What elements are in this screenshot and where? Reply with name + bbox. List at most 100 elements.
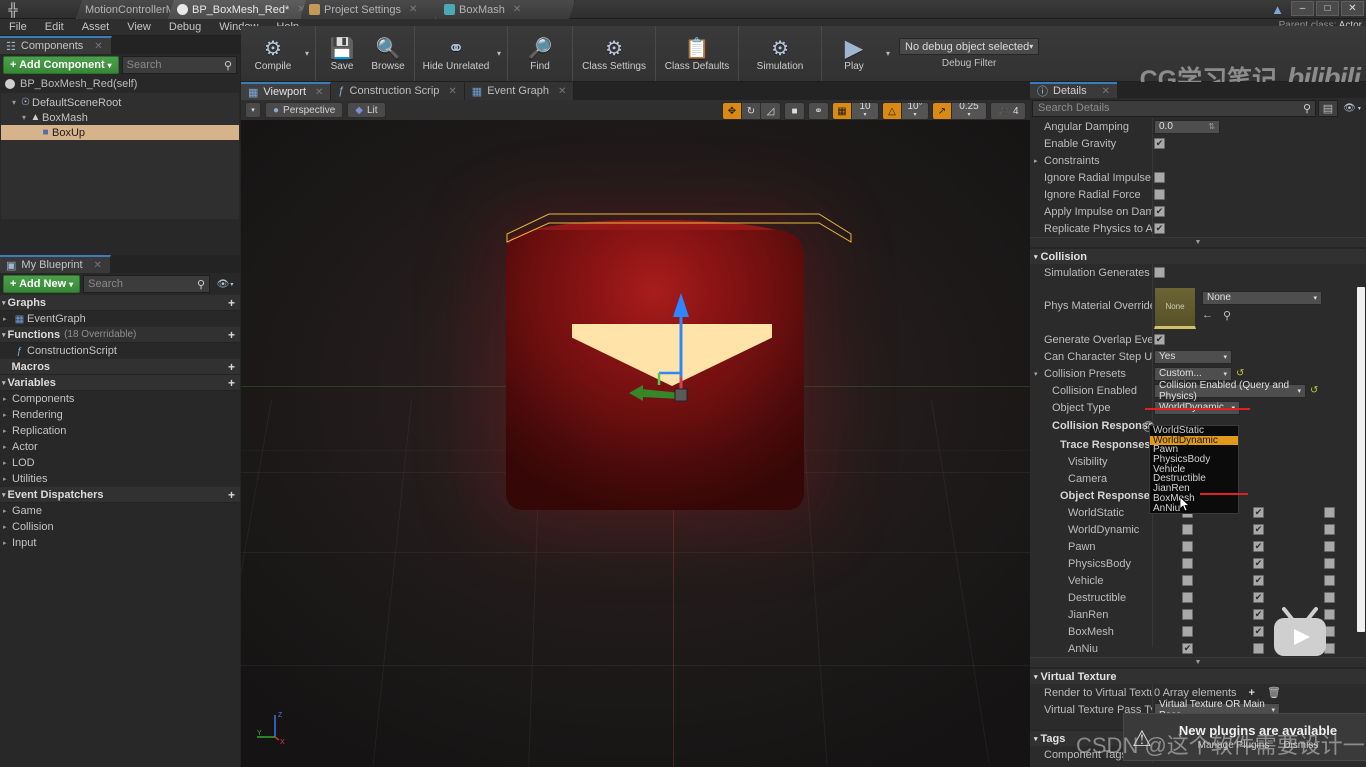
close-icon[interactable]: ✕ [315,87,323,98]
item-constructionscript[interactable]: ƒ ConstructionScript [0,343,240,359]
group-functions[interactable]: ▾ Functions (18 Overridable) + [0,327,240,343]
add-component-button[interactable]: + Add Component ▾ [3,56,119,74]
details-visibility-filter-button[interactable]: 👁 ▾ [1340,100,1364,117]
item-eventgraph[interactable]: ▸ ▦ EventGraph [0,311,240,327]
expand-arrow-icon[interactable]: ▸ [3,523,12,531]
details-column-view-button[interactable]: ▤ [1318,99,1338,117]
grid-snap-toggle[interactable]: ▦ [833,103,852,119]
generate-overlap-checkbox[interactable]: ✔ [1154,334,1165,345]
window-tab-project-settings[interactable]: Project Settings ✕ [300,0,445,19]
collapse-arrow-icon[interactable]: ▾ [2,331,6,339]
physics-section-expander[interactable]: ▼ [1030,237,1366,248]
collapse-arrow-icon[interactable]: ▾ [2,491,6,499]
tab-my-blueprint[interactable]: ▣ My Blueprint ✕ [0,255,111,273]
ignore-checkbox[interactable]: ✔ [1182,643,1193,654]
ignore-checkbox[interactable]: ✔ [1182,541,1193,552]
apply-impulse-checkbox[interactable]: ✔ [1154,206,1165,217]
details-scrollbar[interactable] [1357,287,1365,632]
browse-button[interactable]: 🔍 Browse [365,26,411,81]
delete-array-icon[interactable]: 🗑 [1267,686,1281,699]
tree-row-boxmash[interactable]: ▾ ▲ BoxMash [1,110,239,125]
item-rendering[interactable]: ▸ Rendering [0,407,240,423]
overlap-checkbox[interactable]: ✔ [1253,558,1264,569]
enable-gravity-checkbox[interactable]: ✔ [1154,138,1165,149]
expand-arrow-icon[interactable]: ▸ [3,539,12,547]
close-icon[interactable]: ✕ [94,260,102,271]
group-event-dispatchers[interactable]: ▾ Event Dispatchers + [0,487,240,503]
camera-speed-button[interactable]: 🎥 4 [991,103,1025,119]
myblueprint-search-input[interactable]: Search ⚲ [83,275,210,293]
close-icon[interactable]: ✕ [448,86,456,97]
hide-unrelated-dropdown-arrow[interactable]: ▾ [494,26,504,81]
compile-dropdown-arrow[interactable]: ▾ [302,26,312,81]
window-tab-boxmash[interactable]: BoxMash ✕ [435,0,575,19]
collision-presets-select[interactable]: Custom... ▾ [1154,366,1232,381]
block-checkbox[interactable]: ✔ [1324,524,1335,535]
debug-object-select[interactable]: No debug object selected ▾ [899,38,1040,55]
collapse-arrow-icon[interactable]: ▾ [2,299,6,307]
browse-asset-icon[interactable]: ⚲ [1223,309,1231,322]
overlap-checkbox[interactable]: ✔ [1253,626,1264,637]
hide-unrelated-button[interactable]: ⚭ Hide Unrelated [418,26,494,81]
add-icon[interactable]: + [228,328,235,342]
maximize-button[interactable]: □ [1316,1,1339,16]
item-collision[interactable]: ▸ Collision [0,519,240,535]
item-replication[interactable]: ▸ Replication [0,423,240,439]
viewport-options-button[interactable]: ▾ [245,102,261,118]
item-actor[interactable]: ▸ Actor [0,439,240,455]
overlap-checkbox[interactable]: ✔ [1253,643,1264,654]
angular-damping-input[interactable]: 0.0 ⇅ [1154,119,1220,134]
block-checkbox[interactable]: ✔ [1324,507,1335,518]
ignore-checkbox[interactable]: ✔ [1182,575,1193,586]
rotation-snap-value[interactable]: 10° ▾ [902,103,928,119]
collapse-arrow-icon[interactable]: ▾ [2,379,6,387]
grid-snap-value[interactable]: 10 ▾ [852,103,878,119]
collision-enabled-select[interactable]: Collision Enabled (Query and Physics) ▾ [1154,380,1306,402]
menu-asset[interactable]: Asset [73,19,119,36]
expand-arrow-icon[interactable]: ▾ [19,113,29,122]
menu-view[interactable]: View [118,19,160,36]
add-array-element-icon[interactable]: + [1249,687,1255,699]
item-lod[interactable]: ▸ LOD [0,455,240,471]
collapse-arrow-icon[interactable]: ▾ [1034,370,1038,378]
close-icon[interactable]: ✕ [94,41,102,52]
block-checkbox[interactable]: ✔ [1324,558,1335,569]
expand-arrow-icon[interactable]: ▸ [3,459,12,467]
can-step-up-select[interactable]: Yes ▾ [1154,349,1232,364]
overlap-checkbox[interactable]: ✔ [1253,524,1264,535]
view-mode-lit-button[interactable]: ◆ Lit [347,102,386,118]
ignore-checkbox[interactable]: ✔ [1182,524,1193,535]
tree-row-boxup[interactable]: ■ BoxUp [1,125,239,140]
ignore-checkbox[interactable]: ✔ [1182,609,1193,620]
block-checkbox[interactable]: ✔ [1324,575,1335,586]
surface-snap-button[interactable]: ⚭ [809,103,828,119]
components-search-input[interactable]: Search ⚲ [121,56,237,74]
play-dropdown-arrow[interactable]: ▾ [883,26,893,81]
ignore-checkbox[interactable]: ✔ [1182,558,1193,569]
translate-mode-button[interactable]: ✥ [723,103,742,119]
viewport-3d-canvas[interactable]: Z Y X [241,120,1030,767]
close-button[interactable]: ✕ [1341,1,1364,16]
expand-arrow-icon[interactable]: ▸ [3,411,12,419]
expand-arrow-icon[interactable]: ▾ [9,98,19,107]
collapse-arrow-icon[interactable]: ▾ [1034,253,1038,261]
perspective-button[interactable]: ● Perspective [265,102,344,118]
expand-arrow-icon[interactable]: ▸ [3,395,12,403]
add-icon[interactable]: + [228,360,235,374]
overlap-checkbox[interactable]: ✔ [1253,575,1264,586]
close-icon[interactable]: ✕ [513,4,521,15]
item-components[interactable]: ▸ Components [0,391,240,407]
scale-snap-toggle[interactable]: ↗ [933,103,952,119]
group-macros[interactable]: ▾ Macros + [0,359,240,375]
ignore-checkbox[interactable]: ✔ [1182,626,1193,637]
phys-material-select[interactable]: None ▾ [1202,290,1322,305]
dropdown-option-anniu[interactable]: AnNiu [1150,503,1238,514]
group-graphs[interactable]: ▾ Graphs + [0,295,240,311]
ignore-radial-force-checkbox[interactable]: ✔ [1154,189,1165,200]
add-icon[interactable]: + [228,296,235,310]
expand-arrow-icon[interactable]: ▸ [3,427,12,435]
use-selected-asset-icon[interactable]: ← [1202,309,1213,322]
rotate-mode-button[interactable]: ↻ [742,103,761,119]
rotation-snap-toggle[interactable]: △ [883,103,902,119]
translate-gizmo[interactable] [621,285,741,402]
